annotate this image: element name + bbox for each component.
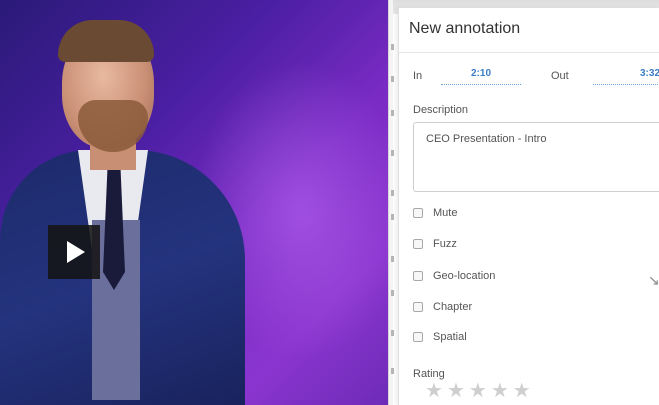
presenter-hair [58, 20, 154, 62]
spatial-option[interactable]: Spatial [413, 329, 467, 345]
timeline-markers [389, 0, 397, 405]
geo-location-label: Geo-location [433, 270, 496, 282]
star-icon[interactable]: ★ [447, 380, 465, 402]
mute-checkbox[interactable] [413, 208, 423, 218]
out-time-field[interactable]: 3:32 [593, 68, 659, 85]
mute-label: Mute [433, 207, 458, 219]
fuzz-option[interactable]: Fuzz [413, 236, 457, 252]
video-player[interactable] [0, 0, 388, 405]
play-icon [67, 241, 85, 263]
spatial-label: Spatial [433, 331, 467, 343]
spatial-checkbox[interactable] [413, 332, 423, 342]
resize-cursor-icon: ↘ [648, 272, 659, 288]
rating-stars[interactable]: ★ ★ ★ ★ ★ [425, 380, 531, 402]
mute-option[interactable]: Mute [413, 205, 457, 221]
panel-title: New annotation [409, 20, 521, 37]
in-time-field[interactable]: 2:10 [441, 68, 521, 85]
description-textarea[interactable]: CEO Presentation - Intro [413, 122, 659, 192]
geo-location-option[interactable]: Geo-location [413, 268, 495, 284]
geo-location-checkbox[interactable] [413, 271, 423, 281]
chapter-checkbox[interactable] [413, 302, 423, 312]
star-icon[interactable]: ★ [425, 380, 443, 402]
in-label: In [413, 70, 423, 82]
description-label: Description [413, 104, 469, 116]
annotation-panel: New annotation In 2:10 Out 3:32 Descript… [398, 8, 659, 405]
star-icon[interactable]: ★ [469, 380, 487, 402]
chapter-label: Chapter [433, 301, 473, 313]
play-button[interactable] [48, 225, 100, 279]
fuzz-checkbox[interactable] [413, 239, 423, 249]
rating-label: Rating [413, 368, 445, 380]
fuzz-label: Fuzz [433, 238, 457, 250]
chapter-option[interactable]: Chapter [413, 299, 472, 315]
out-label: Out [551, 70, 569, 82]
star-icon[interactable]: ★ [491, 380, 509, 402]
presenter-image [0, 0, 388, 405]
title-divider [399, 52, 659, 53]
star-icon[interactable]: ★ [513, 380, 531, 402]
